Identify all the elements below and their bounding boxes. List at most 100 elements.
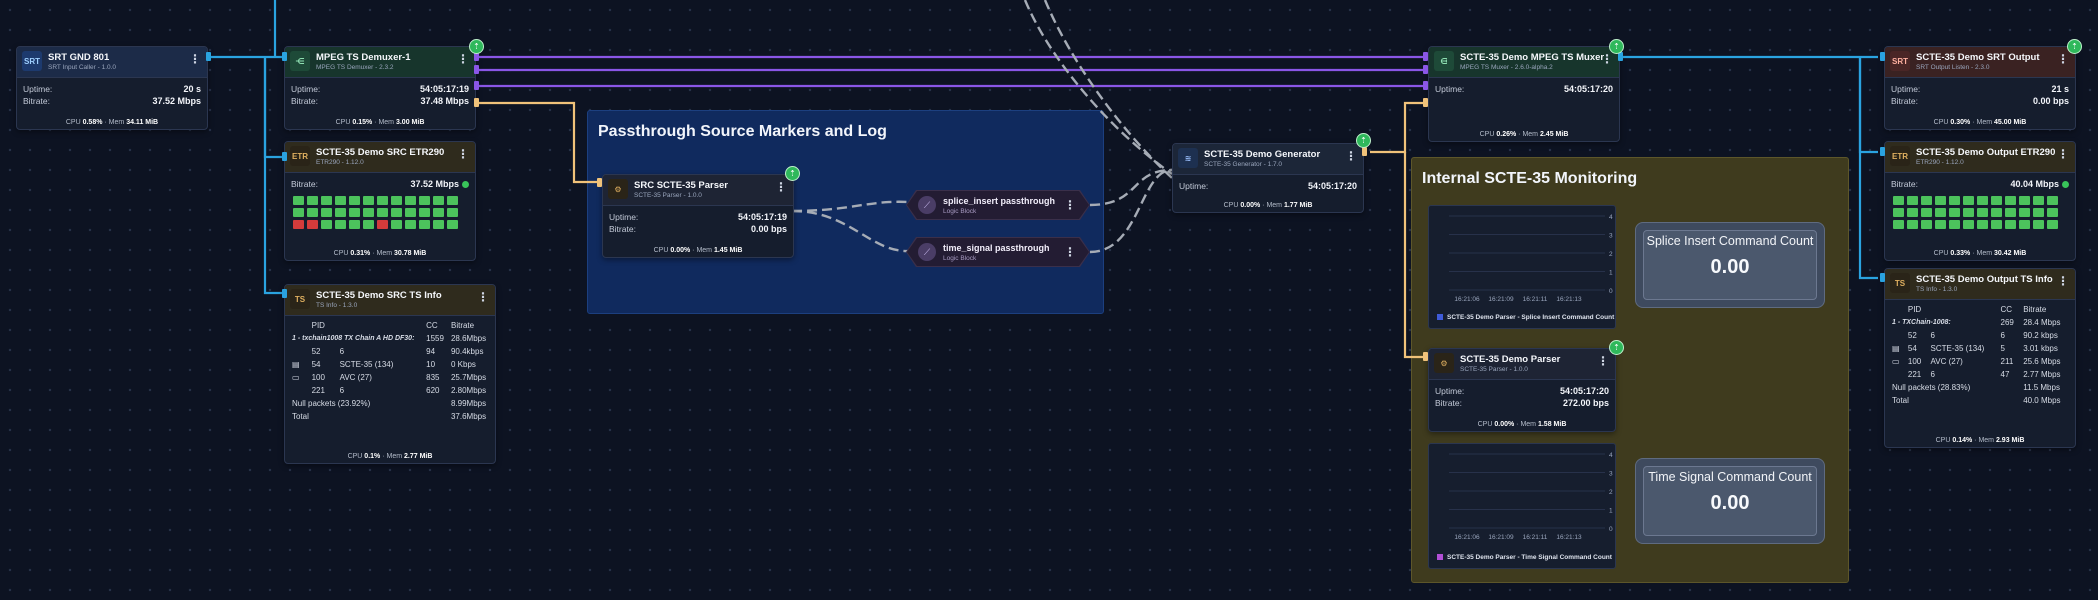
more-menu-icon[interactable]: ⋮ [189,53,201,65]
logic-block-icon: ⟋ [918,243,936,261]
input-port[interactable] [282,289,287,298]
status-ok-square [405,196,416,205]
chart-signal-plot: 4 3 2 1 0 16:21:06 16:21:09 16:21:11 16:21:13 [1449,452,1613,541]
node-generator[interactable]: ≋ SCTE-35 Demo Generator SCTE-35 Generat… [1172,143,1364,213]
status-error-square [293,220,304,229]
generator-icon: ≋ [1178,148,1198,168]
status-ok-square [2047,208,2058,217]
resource-usage: CPU 0.1% · Mem 2.77 MiB [347,453,433,460]
bitrate-label: Bitrate: [1435,398,1462,408]
stat-title: Time Signal Command Count [1648,470,1812,484]
more-menu-icon[interactable]: ⋮ [457,148,469,160]
logic-splice-insert[interactable]: ⟋ splice_insert passthrough Logic Block … [906,190,1090,220]
node-subtitle: SCTE-35 Generator - 1.7.0 [1204,161,1283,168]
more-menu-icon[interactable]: ⋮ [477,291,489,303]
status-ok-square [1907,196,1918,205]
node-subtitle: SCTE-35 Parser - 1.0.0 [634,192,702,199]
more-menu-icon[interactable]: ⋮ [1345,150,1357,162]
input-port[interactable] [1880,52,1885,61]
logic-block-icon: ⟋ [918,196,936,214]
input-port[interactable] [1423,352,1428,361]
x-tick-label: 16:21:11 [1523,296,1548,303]
status-ok-square [1977,196,1988,205]
x-tick-label: 16:21:11 [1523,534,1548,541]
node-subtitle: SCTE-35 Parser - 1.0.0 [1460,366,1528,373]
tsinfo-icon: TS [290,289,310,309]
node-src-parser[interactable]: ⚙ SRC SCTE-35 Parser SCTE-35 Parser - 1.… [602,174,794,258]
status-ok-square [1963,196,1974,205]
more-menu-icon[interactable]: ⋮ [2057,148,2069,160]
node-demuxer[interactable]: ⋲ MPEG TS Demuxer-1 MPEG TS Demuxer - 2.… [284,46,476,130]
status-ok-square [405,208,416,217]
cloud-status-icon: ⇡ [1609,340,1624,355]
output-port[interactable] [474,65,479,74]
uptime-label: Uptime: [1435,386,1465,396]
input-port[interactable] [282,152,287,161]
input-port[interactable] [1423,52,1428,61]
y-tick-label: 2 [1609,251,1613,258]
input-port[interactable] [1880,273,1885,282]
input-port[interactable] [282,52,287,61]
y-tick-label: 1 [1609,270,1613,277]
parser-icon: ⚙ [1434,353,1454,373]
node-muxer[interactable]: ⋳ SCTE-35 Demo MPEG TS Muxer MPEG TS Mux… [1428,46,1620,142]
input-port[interactable] [1880,147,1885,156]
status-ok-square [1991,208,2002,217]
node-out-etr290[interactable]: ETR SCTE-35 Demo Output ETR290 ETR290 - … [1884,141,2076,261]
input-port[interactable] [1423,65,1428,74]
node-subtitle: TS Info - 1.3.0 [316,302,358,309]
more-menu-icon[interactable]: ⋮ [775,181,787,193]
data-stream-icon: ▤ [292,360,300,369]
status-ok-square [1907,220,1918,229]
chart-splice-plot: 4 3 2 1 0 16:21:06 16:21:09 16:21:11 16:21:13 [1449,214,1613,303]
y-tick-label: 3 [1609,471,1613,478]
ts-info-table: PID CC Bitrate 1 - txchain1008 TX Chain A … [289,319,491,423]
more-menu-icon[interactable]: ⋮ [1064,246,1076,258]
node-srt-output[interactable]: SRT SCTE-35 Demo SRT Output SRT Output L… [1884,46,2076,130]
more-menu-icon[interactable]: ⋮ [457,53,469,65]
more-menu-icon[interactable]: ⋮ [2057,53,2069,65]
node-demo-parser[interactable]: ⚙ SCTE-35 Demo Parser SCTE-35 Parser - 1… [1428,348,1616,432]
more-menu-icon[interactable]: ⋮ [1597,355,1609,367]
uptime-value: 54:05:17:20 [1307,181,1357,191]
uptime-label: Uptime: [1435,84,1465,94]
resource-usage: CPU 0.15% · Mem 3.00 MiB [335,119,425,126]
status-ok-square [1949,208,1960,217]
chart-legend: SCTE-35 Demo Parser - Splice Insert Comm… [1437,314,1614,321]
input-port[interactable] [1423,81,1428,90]
node-title: SCTE-35 Demo SRC TS Info [316,290,442,301]
status-ok-square [2005,196,2016,205]
more-menu-icon[interactable]: ⋮ [2057,275,2069,287]
logic-subtitle: Logic Block [943,255,977,262]
status-ok-square [419,196,430,205]
status-ok-square [1991,220,2002,229]
parser-icon: ⚙ [608,179,628,199]
node-title: SCTE-35 Demo Parser [1460,354,1561,365]
output-port[interactable] [206,52,211,61]
node-src-etr290[interactable]: ETR SCTE-35 Demo SRC ETR290 ETR290 - 1.1… [284,141,476,261]
node-out-tsinfo[interactable]: TS SCTE-35 Demo Output TS Info TS Info -… [1884,268,2076,448]
logic-title: splice_insert passthrough [943,196,1056,206]
status-ok-square [391,208,402,217]
node-src-tsinfo[interactable]: TS SCTE-35 Demo SRC TS Info TS Info - 1.… [284,284,496,464]
logic-time-signal[interactable]: ⟋ time_signal passthrough Logic Block ⋮ [906,237,1090,267]
input-port[interactable] [597,178,602,187]
cloud-status-icon: ⇡ [1609,39,1624,54]
node-subtitle: ETR290 - 1.12.0 [316,159,364,166]
output-port[interactable] [1362,147,1367,156]
status-ok-square [1991,196,2002,205]
status-ok-square [349,208,360,217]
status-ok-square [1921,220,1932,229]
demux-icon: ⋲ [290,51,310,71]
bitrate-value: 0.00 bps [2032,96,2069,106]
input-port[interactable] [1423,98,1428,107]
bitrate-value: 37.52 Mbps [410,179,469,189]
output-port[interactable] [474,98,479,107]
node-srt-gnd[interactable]: SRT SRT GND 801 SRT Input Caller - 1.0.0… [16,46,208,130]
more-menu-icon[interactable]: ⋮ [1064,199,1076,211]
output-port[interactable] [474,81,479,90]
bitrate-value: 40.04 Mbps [2010,179,2069,189]
more-menu-icon[interactable]: ⋮ [1601,53,1613,65]
node-title: SCTE-35 Demo SRT Output [1916,52,2040,63]
resource-usage: CPU 0.26% · Mem 2.45 MiB [1479,131,1569,138]
